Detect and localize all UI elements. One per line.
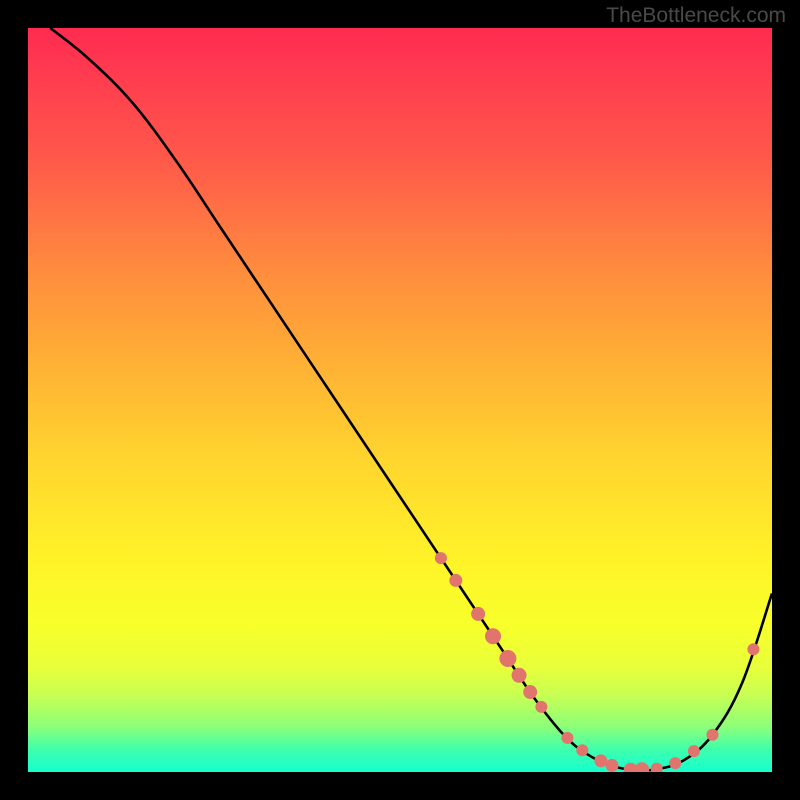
data-marker — [471, 607, 485, 621]
data-marker — [435, 552, 447, 564]
data-marker — [561, 732, 573, 744]
watermark-text: TheBottleneck.com — [606, 4, 786, 28]
data-marker — [688, 745, 700, 757]
data-marker — [499, 650, 516, 667]
data-marker — [523, 685, 537, 699]
curve-line — [50, 28, 772, 771]
chart-svg — [28, 28, 772, 772]
data-marker — [606, 759, 619, 772]
data-marker — [485, 628, 501, 644]
data-marker — [576, 744, 588, 756]
data-marker — [449, 574, 462, 587]
data-marker — [634, 762, 649, 772]
data-marker — [594, 754, 607, 767]
markers-group — [435, 552, 759, 772]
data-marker — [651, 763, 663, 772]
data-marker — [747, 643, 759, 655]
chart-plot-area — [28, 28, 772, 772]
data-marker — [706, 729, 718, 741]
data-marker — [669, 757, 681, 769]
data-marker — [535, 701, 547, 713]
data-marker — [512, 668, 527, 683]
